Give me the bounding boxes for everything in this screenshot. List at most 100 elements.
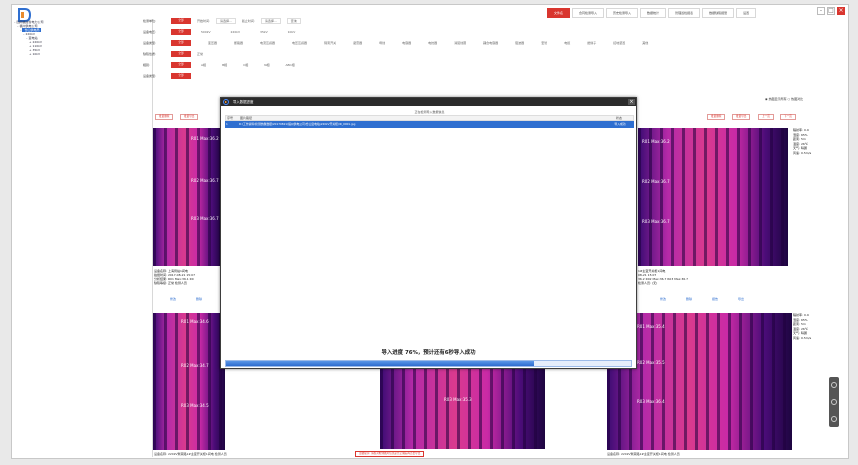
filter-row-defect: 缺陷性质: 全部 正常 [143, 48, 833, 59]
zoom-reset-icon[interactable] [831, 398, 837, 405]
filter-option[interactable]: 电容器 [402, 41, 411, 45]
filter-row-voltage: 设备电压: 全部 500kV 220kV 35kV 10kV [143, 26, 833, 37]
filter-option[interactable]: 变压器 [208, 41, 217, 45]
reading-label: R03 Max:34.5 [181, 403, 209, 408]
filter-option[interactable]: 220kV [231, 30, 241, 34]
filter-option[interactable]: 其他 [642, 41, 648, 45]
thermal-image[interactable]: R01 Max:36.2 R02 Max:36.7 R03 Max:36.7 [153, 128, 222, 266]
batch-export-button-right[interactable]: 批量导出 [732, 114, 751, 120]
export-link[interactable]: 导出 [738, 296, 744, 303]
filter-option[interactable]: 绝缘子 [587, 41, 596, 45]
image-actions-left: 修改 删除 [170, 296, 202, 303]
filter-option[interactable]: 阻波器 [515, 41, 524, 45]
edit-link[interactable]: 修改 [660, 296, 666, 303]
filter-label: 设备电压: [143, 29, 157, 34]
filter-panel: 检测单位: 全部 开始时间: 请选择... 截止时间: 请选择... 查询 设备… [143, 15, 833, 81]
start-time-label: 开始时间: [197, 18, 211, 23]
zoom-out-icon[interactable] [831, 415, 837, 422]
filter-label: 缺陷性质: [143, 51, 157, 56]
zoom-in-icon[interactable] [831, 382, 837, 389]
minimize-button[interactable]: - [817, 7, 825, 15]
close-button[interactable]: × [837, 7, 845, 15]
end-time-input[interactable]: 请选择... [260, 17, 281, 24]
filter-all-button[interactable]: 全部 [171, 72, 191, 79]
device-tree: – 国网福建省电力公司 – 福州供电公司 – 仓山供电局 – 220kV – 变… [14, 20, 149, 56]
filter-option[interactable]: A相 [201, 63, 206, 67]
window-controls: - □ × [817, 7, 845, 15]
filter-label: 设备类型: [143, 73, 157, 78]
filter-option[interactable]: 套管 [541, 41, 547, 45]
maximize-button[interactable]: □ [827, 7, 835, 15]
dialog-close-button[interactable]: × [628, 99, 635, 105]
side-zoom-controls [829, 377, 839, 427]
reading-label: R03 Max:35.3 [444, 397, 472, 402]
reading-label: R01 Max:34.6 [181, 319, 209, 324]
image-info-right: 1#主变开关柜1间电 08-21 15:07 36.2 R02 Max:36.7 R… [638, 269, 689, 285]
batch-delete-button[interactable]: 批量删除 [155, 114, 174, 120]
delete-link[interactable]: 删除 [196, 296, 202, 303]
start-time-input[interactable]: 请选择... [216, 17, 236, 24]
edit-link[interactable]: 修改 [170, 296, 176, 303]
filter-option[interactable]: 电流互感器 [260, 41, 275, 45]
filter-option[interactable]: 正常 [197, 52, 203, 56]
delete-link[interactable]: 删除 [686, 296, 692, 303]
filter-option[interactable]: 隔离开关 [324, 41, 336, 45]
filter-option[interactable]: 消弧线圈 [454, 41, 466, 45]
filter-row-type2: 设备类型: 全部 [143, 70, 833, 81]
batch-export-button[interactable]: 批量导出 [180, 114, 199, 120]
filter-all-button[interactable]: 全部 [171, 61, 191, 68]
filter-all-button[interactable]: 全部 [171, 17, 191, 24]
image-caption: 设备名称: 220kV繁荣路1#主变开关柜1间电 检测人员 [154, 452, 227, 456]
thermal-image[interactable]: R01 Max:34.6 R02 Max:34.7 R03 Max:34.5 [153, 313, 225, 450]
filter-all-button[interactable]: 全部 [171, 39, 191, 46]
filter-option[interactable]: N相 [264, 63, 269, 67]
filter-label: 相别: [143, 62, 151, 67]
filter-option[interactable]: 35kV [260, 30, 268, 34]
thermal-image[interactable]: R01 Max:36.2 R02 Max:36.7 R03 Max:36.7 [638, 128, 788, 266]
filter-option[interactable]: C相 [243, 63, 248, 67]
report-link[interactable]: 报告 [712, 296, 718, 303]
app-logo-icon [223, 99, 229, 105]
filter-row-unit: 检测单位: 全部 开始时间: 请选择... 截止时间: 请选择... 查询 [143, 15, 833, 26]
table-row[interactable]: 1 D:\工作资料\检测热像数据\20170821\福州供电公司\仓山变电站\2… [225, 121, 634, 128]
filter-option[interactable]: 接地装置 [613, 41, 625, 45]
reading-label: R01 Max:36.2 [642, 139, 670, 144]
filter-option[interactable]: 断路器 [234, 41, 243, 45]
filter-all-button[interactable]: 全部 [171, 50, 191, 57]
progress-bar [225, 360, 632, 367]
filter-option[interactable]: 500kV [201, 30, 211, 34]
import-file-table: 正在检测导入数据信息 序号 图片路径 状态 1 D:\工作资料\检测热像数据\2… [225, 109, 634, 128]
filter-option[interactable]: ABC相 [285, 63, 294, 67]
progress-fill [226, 361, 534, 366]
radio-label: 热图显示所有 [768, 97, 787, 101]
batch-delete-button-right[interactable]: 批量删除 [707, 114, 726, 120]
params-panel: 辐射率: 0.9 湿度: 65% 距离: 5m 温度: 26℃ 天气: 晴朗 风速: 0… [793, 313, 812, 340]
filter-option[interactable]: 电缆 [564, 41, 570, 45]
filter-all-button[interactable]: 全部 [171, 28, 191, 35]
display-mode-radios[interactable]: ◉ 热图显示所有 ○ 热图对比 [765, 97, 803, 101]
query-button[interactable]: 查询 [286, 17, 301, 24]
image-info-left: 设备名称: 上海局站1间电 拍摄时间: 2017-08-21 15:07 分析结果:… [154, 269, 195, 285]
reading-label: R03 Max:36.7 [642, 219, 670, 224]
filter-option[interactable]: 避雷器 [353, 41, 362, 45]
reading-label: R02 Max:36.7 [191, 178, 219, 183]
filter-option[interactable]: 耦合电容器 [483, 41, 498, 45]
reading-label: R03 Max:36.7 [191, 216, 219, 221]
filter-option[interactable]: 电压互感器 [292, 41, 307, 45]
import-progress-dialog: 导入数据进度 × 正在检测导入数据信息 序号 图片路径 状态 1 D:\工作资料… [220, 97, 637, 369]
prev-page-button[interactable]: 上一页 [758, 114, 774, 120]
filter-label: 设备类型: [143, 40, 157, 45]
filter-option[interactable]: 10kV [288, 30, 296, 34]
next-page-button[interactable]: 下一页 [780, 114, 796, 120]
filter-row-type: 设备类型: 全部 变压器 断路器 电流互感器 电压互感器 隔离开关 避雷器 母线 电容器 电抗器… [143, 37, 833, 48]
reading-label: R03 Max:36.4 [637, 399, 665, 404]
reading-label: R02 Max:36.7 [642, 179, 670, 184]
filter-option[interactable]: 母线 [379, 41, 385, 45]
filter-option[interactable]: B相 [222, 63, 227, 67]
dialog-titlebar: 导入数据进度 × [221, 98, 636, 106]
thermal-image[interactable]: R03 Max:35.3 [380, 369, 545, 449]
params-panel: 辐射率: 0.9 湿度: 65% 距离: 5m 温度: 26℃ 天气: 晴朗 风速: 0… [793, 128, 812, 155]
filter-option[interactable]: 电抗器 [428, 41, 437, 45]
tree-item[interactable]: + 10kV [14, 52, 149, 56]
column-header: 序号 [227, 116, 234, 120]
